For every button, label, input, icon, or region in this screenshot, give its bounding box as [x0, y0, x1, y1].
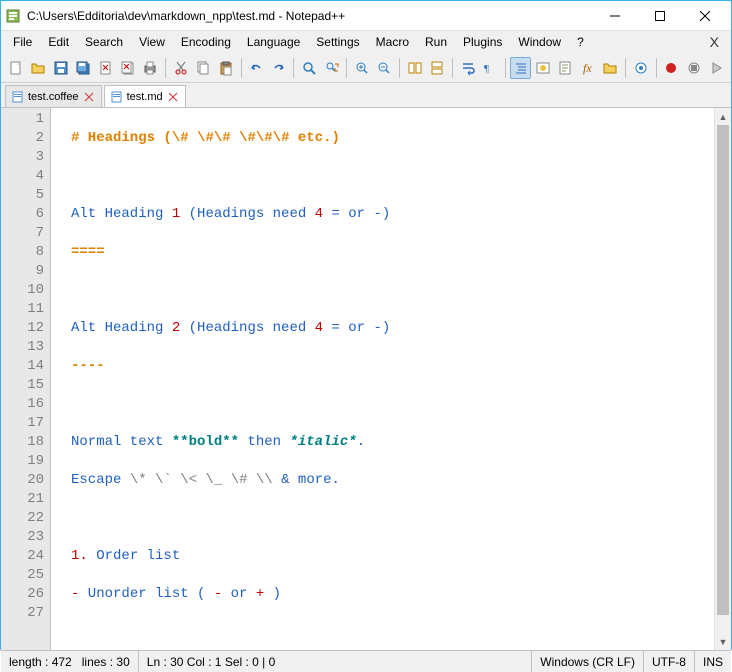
menu-help[interactable]: ?	[569, 33, 592, 51]
replace-icon[interactable]	[321, 57, 342, 79]
wordwrap-icon[interactable]	[457, 57, 478, 79]
record-stop-icon[interactable]	[683, 57, 704, 79]
tab-bar: test.coffee test.md	[1, 83, 731, 107]
menu-bar: File Edit Search View Encoding Language …	[1, 31, 731, 53]
menu-file[interactable]: File	[5, 33, 40, 51]
svg-text:fx: fx	[583, 61, 592, 75]
menu-window[interactable]: Window	[510, 33, 569, 51]
sync-h-icon[interactable]	[427, 57, 448, 79]
zoom-out-icon[interactable]	[374, 57, 395, 79]
close-tab-icon[interactable]	[83, 91, 95, 103]
scrollbar-thumb[interactable]	[717, 125, 729, 615]
tab-test-coffee[interactable]: test.coffee	[5, 85, 102, 107]
record-start-icon[interactable]	[661, 57, 682, 79]
status-position: Ln : 30 Col : 1 Sel : 0 | 0	[139, 651, 533, 672]
vertical-scrollbar[interactable]: ▲ ▼	[714, 108, 731, 650]
user-lang-icon[interactable]	[532, 57, 553, 79]
editor-area: 1234567891011121314151617181920212223242…	[1, 107, 731, 650]
menu-search[interactable]: Search	[77, 33, 131, 51]
menu-macro[interactable]: Macro	[368, 33, 417, 51]
play-icon[interactable]	[705, 57, 726, 79]
status-bar: length : 472 lines : 30 Ln : 30 Col : 1 …	[1, 650, 731, 672]
tab-test-md[interactable]: test.md	[104, 85, 186, 107]
copy-icon[interactable]	[193, 57, 214, 79]
scroll-up-icon[interactable]: ▲	[715, 108, 731, 125]
app-icon	[5, 8, 21, 24]
zoom-in-icon[interactable]	[351, 57, 372, 79]
text-editor[interactable]: # Headings (\# \#\# \#\#\# etc.) Alt Hea…	[51, 108, 714, 650]
title-bar: C:\Users\Edditoria\dev\markdown_npp\test…	[1, 1, 731, 31]
paste-icon[interactable]	[215, 57, 236, 79]
menu-settings[interactable]: Settings	[308, 33, 367, 51]
redo-icon[interactable]	[268, 57, 289, 79]
close-button[interactable]	[682, 2, 727, 30]
menu-run[interactable]: Run	[417, 33, 455, 51]
cut-icon[interactable]	[170, 57, 191, 79]
save-icon[interactable]	[50, 57, 71, 79]
status-encoding: UTF-8	[644, 651, 695, 672]
close-all-icon[interactable]	[117, 57, 138, 79]
menu-plugins[interactable]: Plugins	[455, 33, 510, 51]
line-gutter: 1234567891011121314151617181920212223242…	[1, 108, 51, 650]
svg-text:¶: ¶	[484, 63, 489, 75]
open-file-icon[interactable]	[27, 57, 48, 79]
monitor-icon[interactable]	[630, 57, 651, 79]
close-file-icon[interactable]	[95, 57, 116, 79]
sync-v-icon[interactable]	[404, 57, 425, 79]
file-icon	[12, 91, 24, 103]
secondary-close-icon[interactable]: X	[702, 34, 727, 50]
show-all-chars-icon[interactable]: ¶	[479, 57, 500, 79]
doc-map-icon[interactable]	[555, 57, 576, 79]
maximize-button[interactable]	[637, 2, 682, 30]
func-list-icon[interactable]: fx	[577, 57, 598, 79]
window-title: C:\Users\Edditoria\dev\markdown_npp\test…	[27, 9, 592, 23]
close-tab-icon[interactable]	[167, 91, 179, 103]
scroll-down-icon[interactable]: ▼	[715, 633, 731, 650]
tab-label: test.md	[127, 91, 163, 103]
save-all-icon[interactable]	[72, 57, 93, 79]
undo-icon[interactable]	[245, 57, 266, 79]
new-file-icon[interactable]	[5, 57, 26, 79]
find-icon[interactable]	[298, 57, 319, 79]
menu-encoding[interactable]: Encoding	[173, 33, 239, 51]
status-eol: Windows (CR LF)	[532, 651, 644, 672]
toolbar: ¶ fx	[1, 53, 731, 83]
minimize-button[interactable]	[592, 2, 637, 30]
status-length: length : 472 lines : 30	[1, 651, 139, 672]
menu-language[interactable]: Language	[239, 33, 308, 51]
status-mode: INS	[695, 651, 731, 672]
print-icon[interactable]	[140, 57, 161, 79]
menu-view[interactable]: View	[131, 33, 173, 51]
file-icon	[111, 91, 123, 103]
tab-label: test.coffee	[28, 91, 79, 103]
menu-edit[interactable]: Edit	[40, 33, 77, 51]
folder-workspace-icon[interactable]	[600, 57, 621, 79]
indent-guide-icon[interactable]	[510, 57, 531, 79]
